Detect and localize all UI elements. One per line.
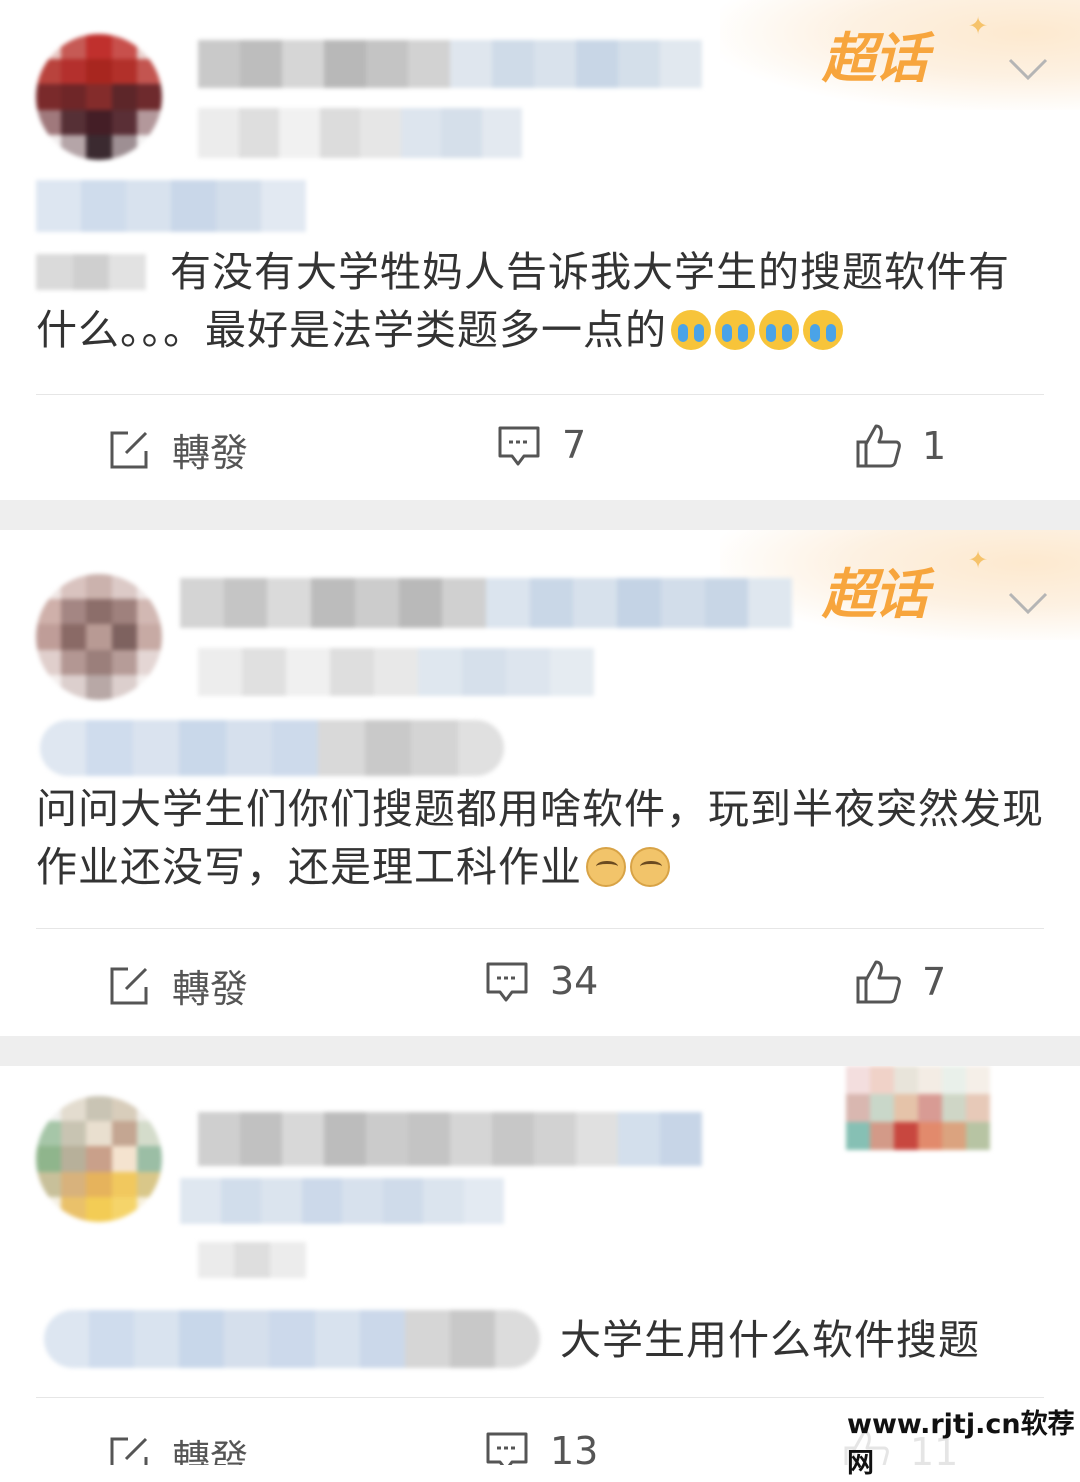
- badge-image-redacted[interactable]: [846, 1066, 990, 1150]
- post-content: 有没有大学牲妈人告诉我大学生的搜题软件有什么。。。最好是法学类题多一点的: [36, 243, 1046, 359]
- repost-edit-icon: [110, 431, 148, 468]
- post-separator: [0, 1036, 1080, 1066]
- post-meta-redacted: [198, 648, 594, 696]
- post-content: 大学生用什么软件搜题: [560, 1311, 1040, 1369]
- topic-tag-redacted[interactable]: [44, 1310, 540, 1368]
- chaohua-badge[interactable]: 超话: [822, 550, 928, 629]
- comment-icon: [486, 1432, 528, 1465]
- post-content: 问问大学生们你们搜题都用啥软件，玩到半夜突然发现作业还没写，还是理工科作业: [36, 780, 1046, 896]
- thumbs-up-icon: [856, 424, 901, 468]
- divider: [36, 928, 1044, 929]
- post-text: 大学生用什么软件搜题: [560, 1316, 980, 1364]
- post-text: 有没有大学牲妈人告诉我大学生的搜题软件有什么。。。最好是法学类题多一点的: [36, 248, 1010, 354]
- sparkle-icon: ✦: [968, 546, 989, 574]
- loudly-crying-face-icon: [671, 310, 711, 350]
- comment-count: 7: [562, 423, 587, 467]
- post-text: 问问大学生们你们搜题都用啥软件，玩到半夜突然发现作业还没写，还是理工科作业: [36, 785, 1044, 891]
- verified-info-redacted: [180, 1178, 504, 1224]
- repost-label: 轉發: [172, 431, 249, 475]
- username-redacted[interactable]: [198, 1112, 702, 1166]
- comment-button[interactable]: 34: [484, 958, 598, 1004]
- weibo-post-2[interactable]: 超话 ✦ 问问大学生们你们搜题都用啥软件，玩到半夜突然发现作业还没写，还是理工科…: [0, 530, 1080, 1036]
- doge-crying-icon: [630, 847, 670, 887]
- avatar[interactable]: [36, 1096, 162, 1222]
- divider: [36, 394, 1044, 395]
- repost-edit-icon: [110, 1437, 148, 1465]
- comment-button[interactable]: 13: [484, 1428, 598, 1465]
- chevron-down-icon[interactable]: [1006, 588, 1050, 618]
- loudly-crying-face-icon: [715, 310, 755, 350]
- comment-icon: [486, 962, 528, 1002]
- loudly-crying-face-icon: [803, 310, 843, 350]
- comment-icon: [498, 426, 540, 466]
- like-count: 1: [922, 424, 947, 468]
- avatar[interactable]: [36, 34, 162, 160]
- repost-label: 轉發: [172, 967, 249, 1011]
- topic-tag-redacted[interactable]: [40, 720, 504, 776]
- avatar[interactable]: [36, 574, 162, 700]
- topic-tag-redacted[interactable]: [36, 180, 306, 232]
- like-button[interactable]: 1: [854, 422, 946, 470]
- repost-edit-icon: [110, 967, 148, 1004]
- username-redacted[interactable]: [180, 578, 792, 628]
- sparkle-icon: ✦: [968, 12, 989, 40]
- repost-button[interactable]: 轉發: [106, 958, 248, 1013]
- like-button[interactable]: 7: [854, 958, 946, 1006]
- thumbs-up-icon: [856, 960, 901, 1004]
- comment-count: 13: [550, 1429, 599, 1465]
- post-meta-redacted: [198, 108, 522, 158]
- chaohua-badge[interactable]: 超话: [822, 14, 928, 93]
- repost-label: 轉發: [172, 1437, 249, 1465]
- repost-button[interactable]: 轉發: [106, 422, 248, 477]
- comment-button[interactable]: 7: [496, 422, 586, 468]
- site-watermark: www.rjtj.cn软荐网: [843, 1400, 1080, 1482]
- like-count: 7: [922, 960, 947, 1004]
- username-redacted[interactable]: [198, 40, 702, 88]
- chevron-down-icon[interactable]: [1006, 54, 1050, 84]
- repost-button[interactable]: 轉發: [106, 1428, 248, 1465]
- weibo-post-1[interactable]: 超话 ✦ 有没有大学牲妈人告诉我大学生的搜题软件有什么。。。最好是法学类题多一点…: [0, 0, 1080, 500]
- comment-count: 34: [550, 959, 599, 1003]
- divider: [36, 1397, 1044, 1398]
- loudly-crying-face-icon: [759, 310, 799, 350]
- doge-icon: [586, 847, 626, 887]
- post-separator: [0, 500, 1080, 530]
- post-meta-redacted: [198, 1242, 306, 1278]
